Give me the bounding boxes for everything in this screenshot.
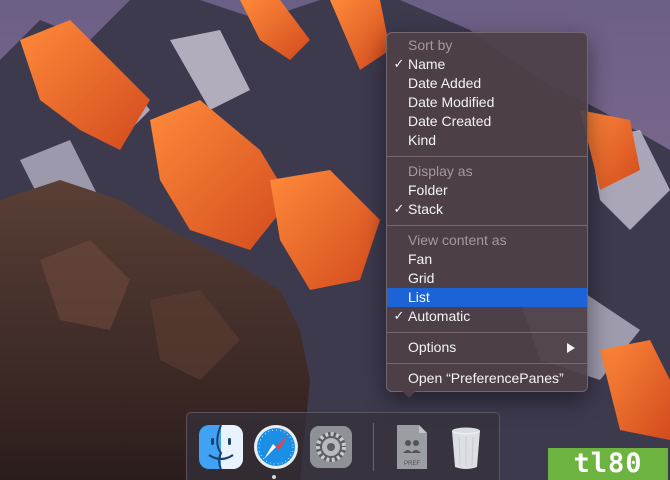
menu-item-view-grid[interactable]: Grid: [387, 269, 587, 288]
dock-divider: [373, 423, 374, 471]
menu-item-label: Date Created: [408, 113, 492, 129]
site-watermark-logo: tl80: [548, 448, 668, 480]
menu-item-sort-kind[interactable]: Kind: [387, 131, 587, 150]
dock-folder-context-menu: Sort by ✓ Name Date Added Date Modified …: [386, 32, 588, 398]
menu-separator: [387, 363, 587, 364]
menu-separator: [387, 225, 587, 226]
menu-item-options[interactable]: Options: [387, 338, 587, 357]
menu-item-label: Automatic: [408, 308, 471, 324]
running-indicator: [272, 475, 276, 479]
menu-item-label: Open “PreferencePanes”: [408, 370, 564, 386]
menu-item-view-list[interactable]: List: [387, 288, 587, 307]
menu-item-sort-date-modified[interactable]: Date Modified: [387, 93, 587, 112]
dock: PREF: [186, 412, 500, 480]
system-preferences-icon[interactable]: [307, 423, 355, 471]
display-as-header: Display as: [408, 163, 473, 179]
menu-item-open-folder[interactable]: Open “PreferencePanes”: [387, 369, 587, 388]
menu-item-label: Date Added: [408, 75, 482, 91]
submenu-arrow-icon: [567, 343, 575, 353]
menu-item-view-automatic[interactable]: ✓ Automatic: [387, 307, 587, 326]
menu-item-label: List: [408, 289, 430, 305]
checkmark-icon: ✓: [393, 202, 405, 217]
menu-item-label: Options: [408, 339, 457, 355]
menu-item-display-folder[interactable]: Folder: [387, 181, 587, 200]
menu-item-label: Grid: [408, 270, 435, 286]
menu-item-label: Folder: [408, 182, 448, 198]
menu-item-display-stack[interactable]: ✓ Stack: [387, 200, 587, 219]
checkmark-icon: ✓: [393, 309, 405, 324]
menu-item-label: Stack: [408, 201, 444, 217]
checkmark-icon: ✓: [393, 57, 405, 72]
menu-item-sort-date-created[interactable]: Date Created: [387, 112, 587, 131]
trash-icon[interactable]: [442, 423, 490, 471]
menu-pointer-tail: [402, 391, 416, 398]
menu-item-sort-date-added[interactable]: Date Added: [387, 74, 587, 93]
finder-icon[interactable]: [197, 423, 245, 471]
view-content-as-header: View content as: [408, 232, 507, 248]
preferencepanes-folder-icon[interactable]: PREF: [387, 423, 435, 471]
menu-item-label: Kind: [408, 132, 437, 148]
pref-badge-text: PREF: [404, 461, 420, 467]
menu-item-view-fan[interactable]: Fan: [387, 250, 587, 269]
menu-item-label: Fan: [408, 251, 433, 267]
menu-item-label: Date Modified: [408, 94, 495, 110]
menu-item-sort-name[interactable]: ✓ Name: [387, 55, 587, 74]
menu-item-label: Name: [408, 56, 446, 72]
sort-by-header: Sort by: [408, 37, 453, 53]
safari-icon[interactable]: [252, 423, 300, 471]
menu-separator: [387, 156, 587, 157]
menu-separator: [387, 332, 587, 333]
